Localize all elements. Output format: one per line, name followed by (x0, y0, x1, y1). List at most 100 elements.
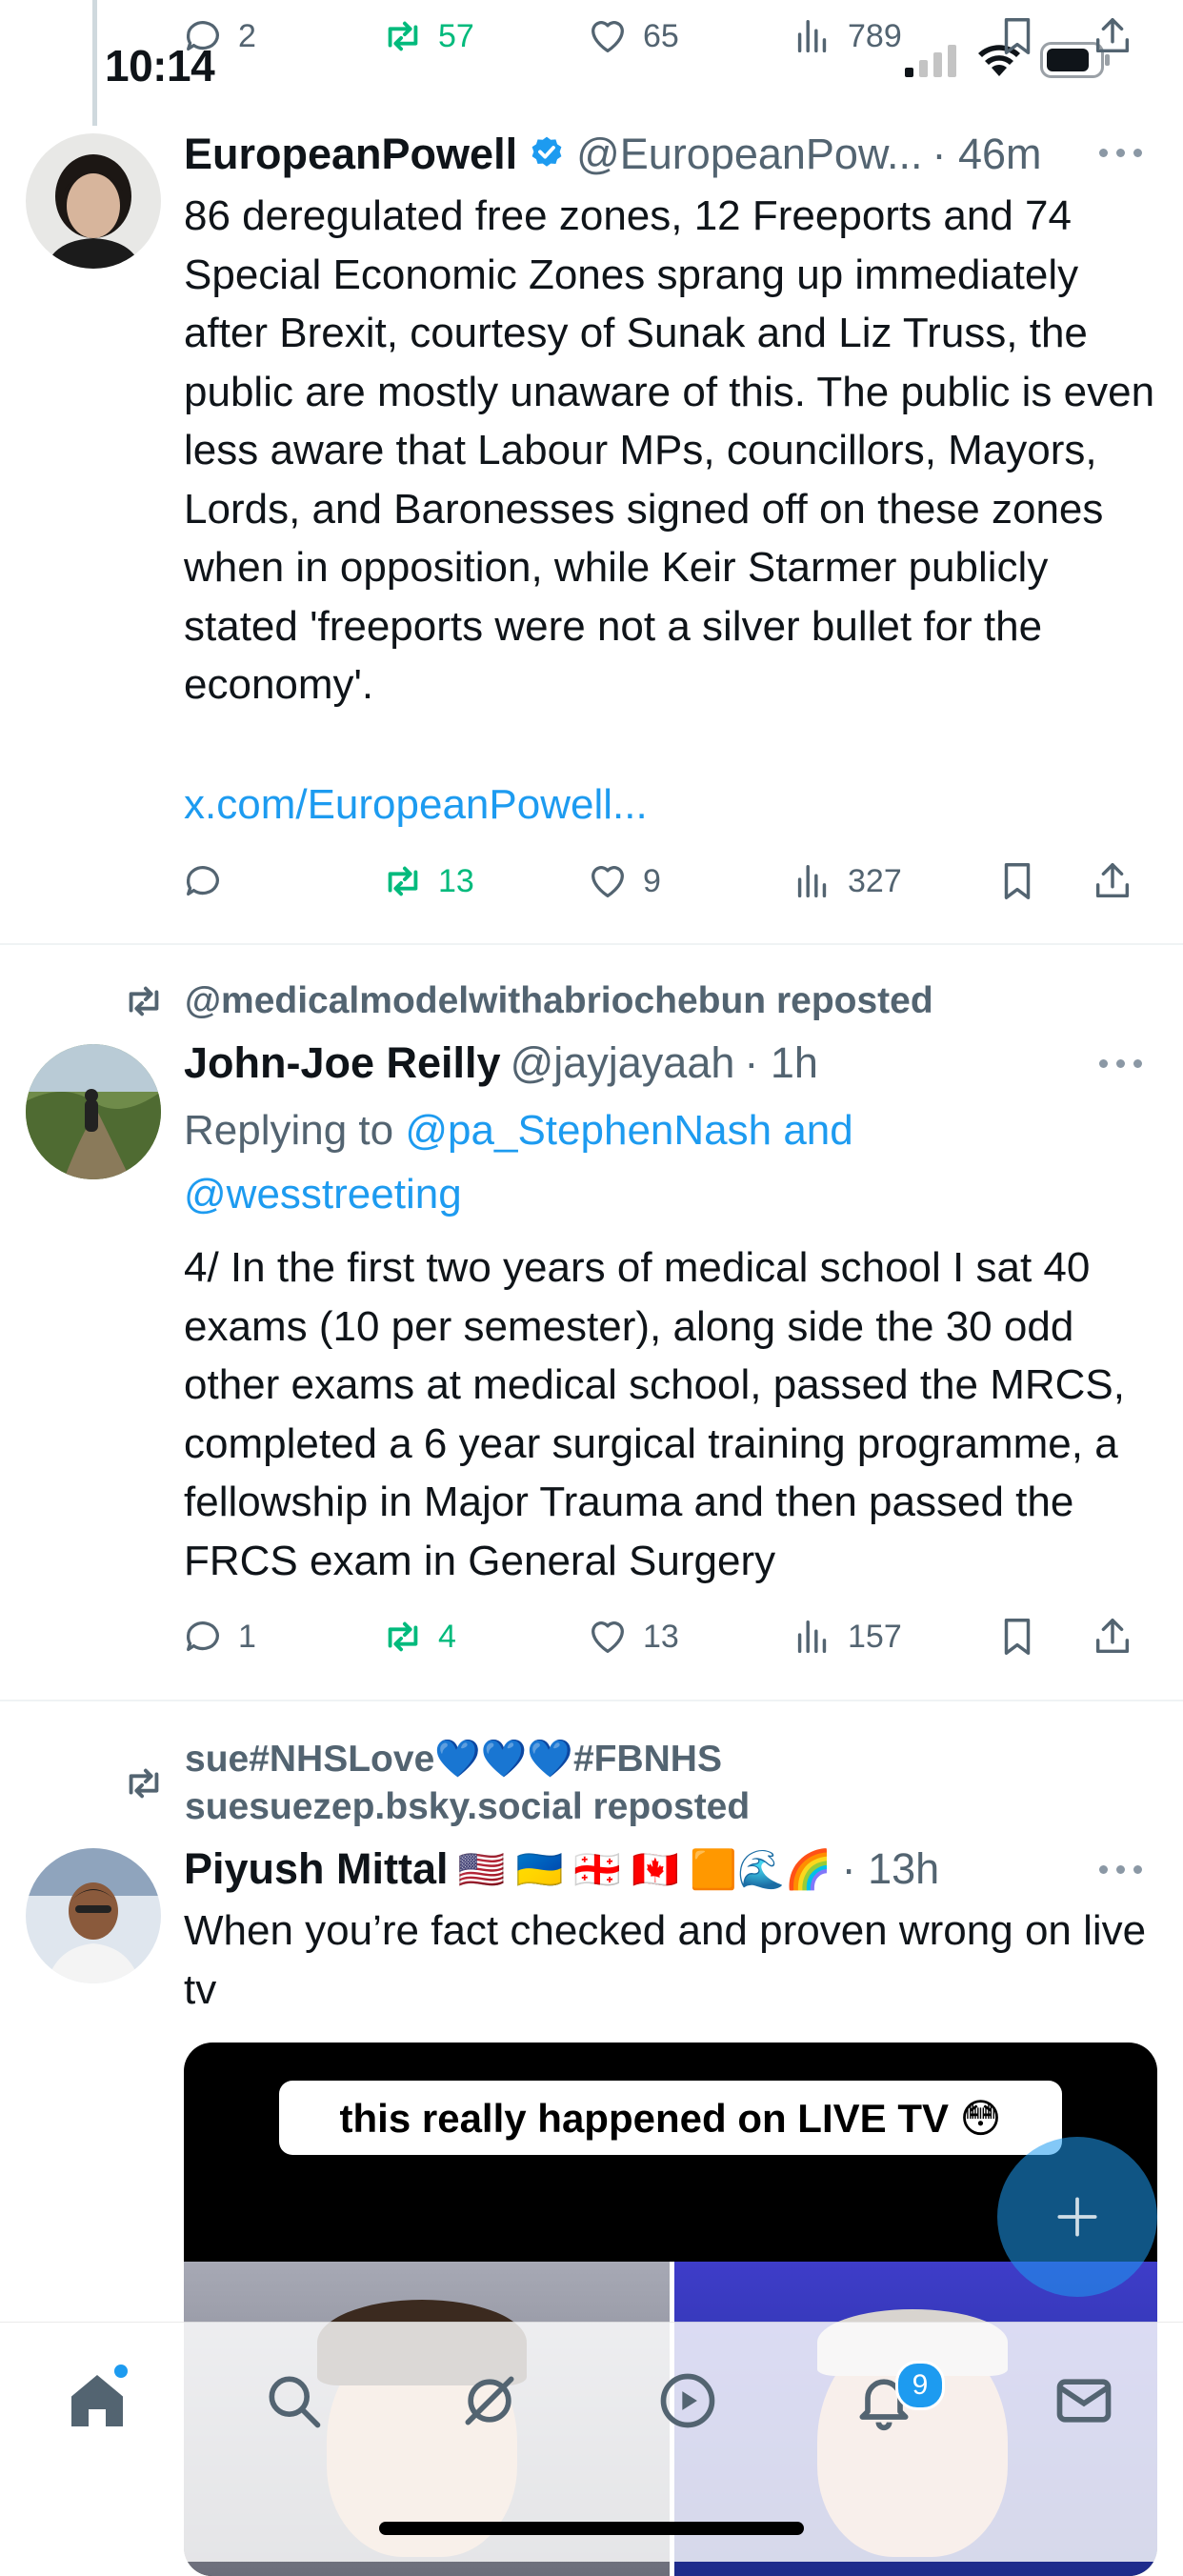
repost-context: sue#NHSLove💙💙💙#FBNHS suesuezep.bsky.soci… (122, 1736, 750, 1831)
tweet-time: · 13h (841, 1844, 940, 1893)
tweet-text: When you’re fact checked and proven wron… (184, 1907, 1147, 2013)
repost-context: @medicalmodelwithabriochebun reposted (122, 979, 933, 1023)
replying-label: Replying to (184, 1107, 394, 1154)
like-count: 13 (643, 1618, 679, 1655)
replying-to: Replying to @pa_StephenNash and @wesstre… (184, 1098, 1155, 1226)
avatar-image (26, 1044, 161, 1179)
author-name[interactable]: John-Joe Reilly (184, 1038, 501, 1088)
play-icon (660, 2373, 715, 2428)
reply-count: 2 (238, 17, 256, 54)
author-flags: 🇺🇸 🇺🇦 🇬🇪 🇨🇦 🟧🌊🌈 (457, 1848, 832, 1891)
grok-icon (465, 2376, 514, 2425)
repost-by-line2: suesuezep.bsky.social reposted (185, 1786, 751, 1827)
author-name[interactable]: Piyush Mittal (184, 1844, 449, 1894)
thread-line (92, 0, 97, 126)
views-button[interactable]: 789 (791, 14, 995, 58)
bookmark-icon (1004, 18, 1031, 54)
repost-count: 13 (438, 862, 474, 899)
share-button[interactable] (1091, 1615, 1148, 1659)
more-options-icon[interactable] (1092, 1054, 1149, 1073)
like-count: 65 (643, 17, 679, 54)
tweet-header: Piyush Mittal 🇺🇸 🇺🇦 🇬🇪 🇨🇦 🟧🌊🌈 · 13h (184, 1844, 939, 1894)
repost-by[interactable]: sue#NHSLove💙💙💙#FBNHS suesuezep.bsky.soci… (185, 1736, 750, 1831)
views-count: 157 (848, 1618, 902, 1655)
author-handle[interactable]: @EuropeanPow... (576, 130, 922, 179)
like-button[interactable]: 9 (586, 859, 791, 903)
views-button[interactable]: 157 (791, 1615, 995, 1659)
reply-icon (187, 866, 219, 896)
share-icon (1095, 1619, 1130, 1654)
reply-icon (187, 21, 219, 51)
tweet-time: · 1h (744, 1038, 818, 1087)
tab-messages[interactable] (1046, 2363, 1122, 2439)
search-icon (269, 2376, 321, 2428)
heart-icon (592, 21, 624, 52)
repost-icon (388, 1621, 418, 1652)
reply-button[interactable]: 2 (181, 14, 381, 58)
avatar-john-joe-reilly[interactable] (26, 1044, 161, 1179)
repost-icon (129, 986, 159, 1016)
repost-button[interactable]: 13 (381, 859, 586, 903)
avatar-piyush-mittal[interactable] (26, 1848, 161, 1983)
like-button[interactable]: 65 (586, 14, 791, 58)
share-icon (1095, 863, 1130, 898)
views-icon (797, 864, 827, 898)
tweet-header: John-Joe Reilly @jayjayaah · 1h (184, 1038, 818, 1088)
more-options-icon[interactable] (1092, 1860, 1149, 1879)
bookmark-button[interactable] (995, 14, 1091, 58)
tweet-divider (0, 1700, 1183, 1701)
prev-tweet-actions: 2 57 65 789 (181, 8, 1153, 65)
more-options-icon[interactable] (1092, 143, 1149, 162)
share-button[interactable] (1091, 859, 1148, 903)
like-count: 9 (643, 862, 661, 899)
tab-home[interactable] (59, 2363, 135, 2439)
repost-button[interactable]: 4 (381, 1615, 586, 1659)
avatar-image (26, 133, 161, 269)
bookmark-icon (1004, 863, 1031, 899)
compose-button[interactable] (997, 2137, 1157, 2297)
reply-button[interactable]: 1 (181, 1615, 381, 1659)
tweet-link[interactable]: x.com/EuropeanPowell... (184, 775, 1155, 835)
verified-badge-icon (531, 136, 562, 167)
home-unread-dot (114, 2365, 128, 2378)
tweet-divider (0, 943, 1183, 945)
tab-video[interactable] (650, 2363, 726, 2439)
bookmark-button[interactable] (995, 859, 1091, 903)
bookmark-icon (1004, 1619, 1031, 1655)
repost-icon (129, 1768, 159, 1799)
repost-icon (388, 21, 418, 51)
repost-count: 4 (438, 1618, 456, 1655)
repost-button[interactable]: 57 (381, 14, 586, 58)
tab-grok[interactable] (451, 2363, 528, 2439)
tab-search[interactable] (255, 2363, 331, 2439)
tweet-actions: 13 9 327 (181, 853, 1153, 910)
replying-to-link-2[interactable]: @wesstreeting (184, 1171, 462, 1218)
bookmark-button[interactable] (995, 1615, 1091, 1659)
repost-by-line1: sue#NHSLove💙💙💙#FBNHS (185, 1739, 722, 1780)
views-icon (797, 19, 827, 53)
share-icon (1095, 18, 1130, 53)
reply-button[interactable] (181, 859, 381, 903)
repost-by[interactable]: @medicalmodelwithabriochebun reposted (185, 980, 933, 1022)
reply-icon (187, 1621, 219, 1652)
author-handle[interactable]: @jayjayaah (511, 1038, 735, 1088)
tweet-actions: 1 4 13 157 (181, 1608, 1153, 1665)
avatar-europeanpowell[interactable] (26, 133, 161, 269)
repost-icon (388, 866, 418, 896)
author-name[interactable]: EuropeanPowell (184, 130, 517, 179)
video-caption: this really happened on LIVE TV 😳 (279, 2081, 1062, 2155)
tab-notifications[interactable]: 9 (846, 2361, 945, 2439)
views-button[interactable]: 327 (791, 859, 995, 903)
tweet-time: · 46m (932, 130, 1042, 178)
heart-icon (592, 1621, 624, 1653)
replying-to-link[interactable]: @pa_StephenNash and (405, 1107, 852, 1154)
tweet-text: 86 deregulated free zones, 12 Freeports … (184, 192, 1155, 708)
like-button[interactable]: 13 (586, 1615, 791, 1659)
share-button[interactable] (1091, 14, 1148, 58)
reply-count: 1 (238, 1618, 256, 1655)
plus-icon (1057, 2197, 1097, 2237)
views-icon (797, 1620, 827, 1654)
mail-icon (1056, 2379, 1112, 2423)
views-count: 789 (848, 17, 902, 54)
tweet-text: 4/ In the first two years of medical sch… (184, 1244, 1126, 1584)
